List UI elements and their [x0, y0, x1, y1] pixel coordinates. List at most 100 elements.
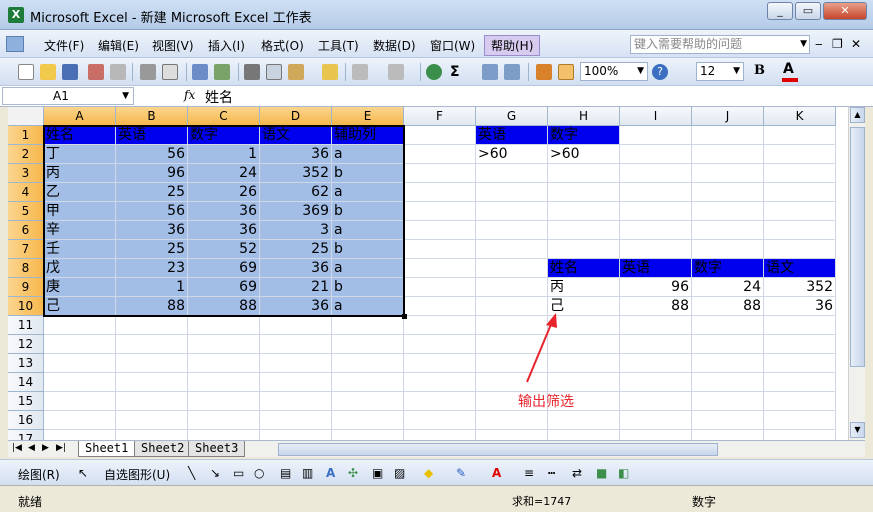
row-header-1[interactable]: 1 — [8, 126, 44, 145]
formula-input[interactable]: 姓名 — [205, 87, 233, 107]
line-style-icon[interactable]: ≡ — [524, 466, 534, 480]
row-header-11[interactable]: 11 — [8, 316, 44, 335]
empty-cell[interactable] — [764, 335, 836, 354]
empty-cell[interactable] — [188, 411, 260, 430]
empty-cell[interactable] — [692, 392, 764, 411]
empty-cell[interactable] — [692, 411, 764, 430]
empty-cell[interactable] — [404, 202, 476, 221]
output-header-cell[interactable]: 姓名 — [548, 259, 620, 278]
empty-cell[interactable] — [332, 373, 404, 392]
autoshapes-button[interactable]: 自选图形(U) — [104, 466, 170, 483]
empty-cell[interactable] — [476, 373, 548, 392]
data-cell[interactable]: a — [332, 145, 404, 164]
empty-cell[interactable] — [404, 354, 476, 373]
empty-cell[interactable] — [764, 411, 836, 430]
scroll-thumb[interactable] — [850, 127, 865, 367]
empty-cell[interactable] — [404, 316, 476, 335]
data-cell[interactable]: 25 — [116, 183, 188, 202]
empty-cell[interactable] — [44, 392, 116, 411]
empty-cell[interactable] — [692, 354, 764, 373]
empty-cell[interactable] — [116, 392, 188, 411]
table-header-cell[interactable]: 数字 — [188, 126, 260, 145]
empty-cell[interactable] — [332, 316, 404, 335]
row-header-2[interactable]: 2 — [8, 145, 44, 164]
row-header-6[interactable]: 6 — [8, 221, 44, 240]
font-size-select[interactable]: 12 ▼ — [696, 62, 744, 81]
empty-cell[interactable] — [620, 202, 692, 221]
table-header-cell[interactable]: 姓名 — [44, 126, 116, 145]
empty-cell[interactable] — [620, 316, 692, 335]
data-cell[interactable]: 1 — [188, 145, 260, 164]
data-cell[interactable]: 88 — [188, 297, 260, 316]
empty-cell[interactable] — [116, 354, 188, 373]
print-icon[interactable] — [140, 64, 156, 80]
empty-cell[interactable] — [476, 240, 548, 259]
data-cell[interactable]: 23 — [116, 259, 188, 278]
empty-cell[interactable] — [764, 145, 836, 164]
empty-cell[interactable] — [548, 354, 620, 373]
empty-cell[interactable] — [548, 221, 620, 240]
chevron-down-icon[interactable]: ▼ — [637, 63, 644, 80]
sort-descending-icon[interactable] — [504, 64, 520, 80]
empty-cell[interactable] — [620, 145, 692, 164]
empty-cell[interactable] — [188, 392, 260, 411]
picture-icon[interactable]: ▨ — [394, 466, 405, 480]
empty-cell[interactable] — [332, 411, 404, 430]
prev-sheet-icon[interactable]: ◀ — [28, 443, 35, 453]
3d-icon[interactable]: ◧ — [618, 466, 629, 480]
empty-cell[interactable] — [404, 430, 476, 440]
empty-cell[interactable] — [476, 316, 548, 335]
fill-handle[interactable] — [402, 314, 407, 319]
menu-format[interactable]: 格式(O) — [261, 37, 304, 54]
empty-cell[interactable] — [260, 373, 332, 392]
empty-cell[interactable] — [764, 221, 836, 240]
menu-window[interactable]: 窗口(W) — [430, 37, 475, 54]
empty-cell[interactable] — [692, 373, 764, 392]
minimize-button[interactable]: _ — [767, 2, 793, 20]
empty-cell[interactable] — [764, 240, 836, 259]
data-cell[interactable]: a — [332, 221, 404, 240]
column-header-g[interactable]: G — [476, 107, 548, 126]
cut-icon[interactable] — [244, 64, 260, 80]
empty-cell[interactable] — [404, 259, 476, 278]
data-cell[interactable]: 96 — [116, 164, 188, 183]
empty-cell[interactable] — [620, 240, 692, 259]
data-cell[interactable]: 36 — [116, 221, 188, 240]
empty-cell[interactable] — [764, 316, 836, 335]
empty-cell[interactable] — [44, 411, 116, 430]
empty-cell[interactable] — [188, 335, 260, 354]
fx-icon[interactable]: fx — [184, 88, 195, 102]
zoom-select[interactable]: 100% ▼ — [580, 62, 648, 81]
empty-cell[interactable] — [764, 202, 836, 221]
empty-cell[interactable] — [692, 430, 764, 440]
empty-cell[interactable] — [548, 164, 620, 183]
doc-restore-button[interactable]: ❐ — [832, 37, 843, 51]
spelling-icon[interactable] — [192, 64, 208, 80]
empty-cell[interactable] — [188, 430, 260, 440]
oval-icon[interactable]: ○ — [254, 466, 264, 480]
data-cell[interactable]: 36 — [188, 221, 260, 240]
data-cell[interactable]: 62 — [260, 183, 332, 202]
empty-cell[interactable] — [332, 392, 404, 411]
empty-cell[interactable] — [404, 164, 476, 183]
empty-cell[interactable] — [404, 297, 476, 316]
empty-cell[interactable] — [548, 240, 620, 259]
empty-cell[interactable] — [548, 316, 620, 335]
save-icon[interactable] — [62, 64, 78, 80]
empty-cell[interactable] — [404, 392, 476, 411]
arrow-style-icon[interactable]: ⇄ — [572, 466, 582, 480]
empty-cell[interactable] — [188, 316, 260, 335]
empty-cell[interactable] — [260, 316, 332, 335]
data-cell[interactable]: b — [332, 240, 404, 259]
row-header-12[interactable]: 12 — [8, 335, 44, 354]
name-box[interactable]: A1 ▼ — [2, 87, 134, 105]
textbox-icon[interactable]: ▤ — [280, 466, 291, 480]
data-cell[interactable]: 戊 — [44, 259, 116, 278]
row-header-14[interactable]: 14 — [8, 373, 44, 392]
empty-cell[interactable] — [692, 145, 764, 164]
criteria-value-cell[interactable]: >60 — [548, 145, 620, 164]
menu-data[interactable]: 数据(D) — [373, 37, 416, 54]
row-header-8[interactable]: 8 — [8, 259, 44, 278]
excel-icon[interactable]: X — [8, 7, 24, 23]
empty-cell[interactable] — [260, 430, 332, 440]
